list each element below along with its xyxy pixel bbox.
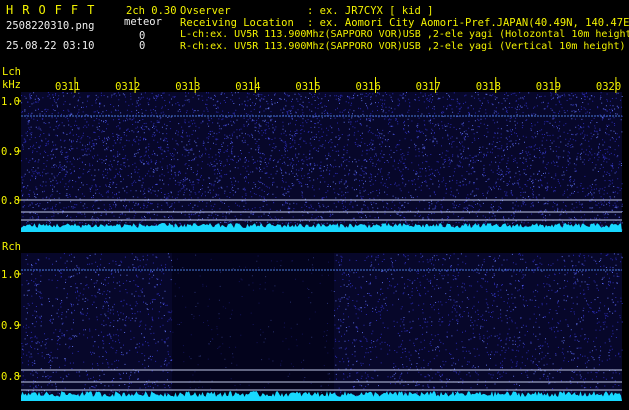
lch-background bbox=[21, 92, 622, 231]
rch-spectrogram bbox=[21, 253, 623, 401]
freq-tick-label: 0.9 bbox=[1, 146, 20, 158]
rch-channel-label: Rch bbox=[2, 241, 21, 253]
lch-time-axis: 0311 0312 0313 0314 0315 0316 0317 0318 0319 0320 bbox=[55, 77, 621, 93]
freq-tick-label: 1.0 bbox=[1, 269, 20, 281]
rch-freq-axis: 1.0 0.9 0.8 bbox=[1, 269, 21, 383]
time-tick-label: 0312 bbox=[115, 81, 140, 93]
time-tick-label: 0314 bbox=[235, 81, 260, 93]
time-tick-label: 0313 bbox=[175, 81, 200, 93]
rch-dropout-band bbox=[172, 253, 334, 400]
lch-unit-label: kHz bbox=[2, 79, 21, 91]
time-tick-label: 0320 bbox=[596, 81, 621, 93]
time-tick-label: 0311 bbox=[55, 81, 80, 93]
time-tick-label: 0315 bbox=[295, 81, 320, 93]
time-tick-label: 0319 bbox=[536, 81, 561, 93]
freq-tick-label: 0.9 bbox=[1, 320, 20, 332]
freq-tick-label: 0.8 bbox=[1, 195, 20, 207]
lch-channel-label: Lch bbox=[2, 66, 21, 78]
freq-tick-label: 1.0 bbox=[1, 96, 20, 108]
spectrogram-plot: Lch kHz 0311 0312 0313 0314 0315 0316 0317 0318… bbox=[1, 66, 623, 401]
lch-spectrogram bbox=[21, 92, 623, 232]
lch-freq-axis: 1.0 0.9 0.8 bbox=[1, 96, 21, 207]
time-tick-label: 0318 bbox=[476, 81, 501, 93]
freq-tick-label: 0.8 bbox=[1, 371, 20, 383]
time-tick-label: 0316 bbox=[356, 81, 381, 93]
time-tick-label: 0317 bbox=[416, 81, 441, 93]
